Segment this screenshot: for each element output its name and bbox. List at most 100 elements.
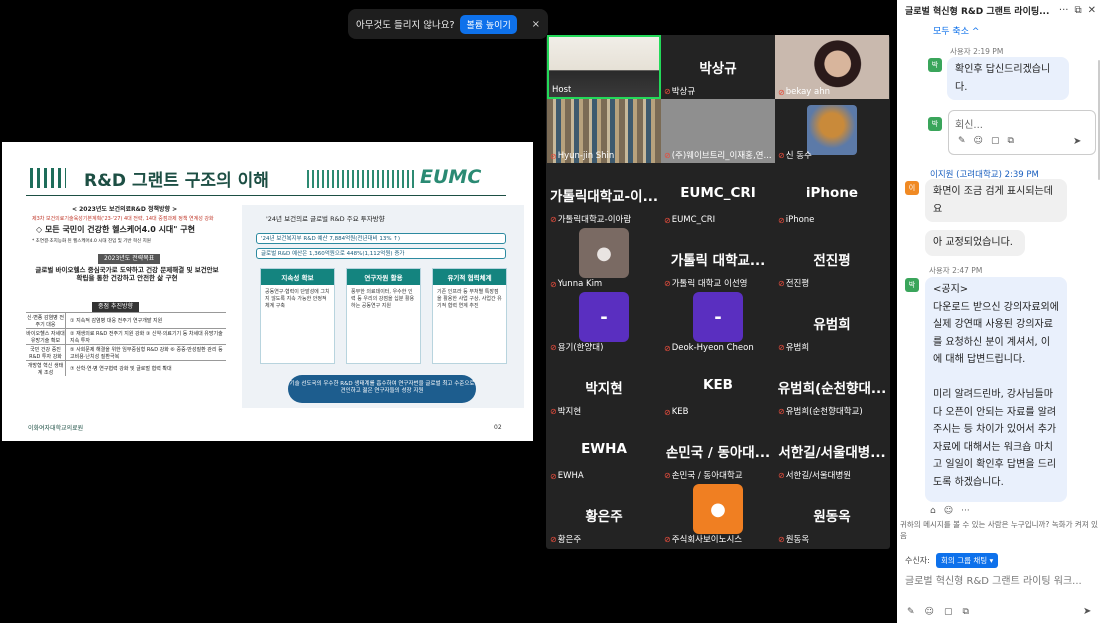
participant-name: bekay ahn <box>785 87 831 97</box>
muted-mic-icon: ⊘ <box>664 470 671 480</box>
recipient-dropdown[interactable]: 회의 그룹 채팅 ▾ <box>936 553 999 568</box>
participant-name-label: ⊘ 전진평 <box>778 277 809 290</box>
format-icon[interactable]: ✎ <box>907 607 915 617</box>
muted-mic-icon: ⊘ <box>550 534 557 544</box>
card-head: 유기적 협력체계 <box>433 269 506 285</box>
participant-name: 박지현 <box>557 407 582 417</box>
strategy-category: 개방형 혁신 생태계 조성 <box>26 361 66 376</box>
participant-tile[interactable]: ⊘ Hyun-jin Shin <box>547 99 661 163</box>
send-icon[interactable]: ➤ <box>1083 606 1091 617</box>
participant-tile[interactable]: 가톨릭 대학교... ⊘ 가톨릭 대학교 이선영 <box>661 227 775 291</box>
close-icon[interactable]: ✕ <box>1088 5 1096 16</box>
participant-name: Host <box>552 85 572 95</box>
participant-tile[interactable]: - ⊘ Deok-Hyeon Cheon <box>661 291 775 355</box>
card-head: 지속성 확보 <box>261 269 334 285</box>
participant-tile[interactable]: 유범희(순천향대... ⊘ 유범희(순천향대학교) <box>775 355 889 419</box>
reply-icon[interactable]: ⌂ <box>930 506 936 516</box>
participant-display-name: iPhone <box>805 185 859 201</box>
policy-red-line: 제3차 보건의료기술육성기본계획('23-'27) 4대 전략, 14대 중점과… <box>32 216 214 222</box>
privacy-notice[interactable]: 귀하의 메시지를 볼 수 있는 사람은 누구입니까? 녹화가 켜져 있음 <box>900 520 1098 541</box>
participant-display-name: 유범희 <box>813 317 851 333</box>
participant-name: EWHA <box>557 471 584 481</box>
participant-tile[interactable]: Host <box>547 35 661 99</box>
participant-tile[interactable]: KEB ⊘ KEB <box>661 355 775 419</box>
strategy-text: ⑤ 사회문제 해결을 위한 임무중심형 R&D 강화 ⑥ 중증·만성질환 관리 … <box>70 346 223 360</box>
volume-up-button[interactable]: 볼륨 높이기 <box>460 14 517 34</box>
close-icon[interactable]: × <box>532 19 540 30</box>
participant-tile[interactable]: 황은주 ⊘ 황은주 <box>547 483 661 547</box>
participant-tile[interactable]: ⊘ 신 동수 <box>775 99 889 163</box>
user-avatar: 이 <box>905 181 919 195</box>
participant-display-name: 서한길/서울대병... <box>778 445 886 461</box>
strategy-table: 신·변종 감염병 전주기 대응 ① 지속적 감염병 대응 전주기 연구개발 지원 … <box>26 312 226 376</box>
participant-display-name: 원동옥 <box>813 509 851 525</box>
more-icon[interactable]: ··· <box>961 506 970 516</box>
strategy-card: 유기적 협력체계 기존 인프라 등 부처별 특장점을 활용한 사업 구상, 사업… <box>432 268 507 364</box>
participant-tile[interactable]: EWHA ⊘ EWHA <box>547 419 661 483</box>
participant-tile[interactable]: ● ⊘ Yunna Kim <box>547 227 661 291</box>
participant-name-label: ⊘ Hyun-jin Shin <box>550 151 614 161</box>
participant-tile[interactable]: iPhone ⊘ iPhone <box>775 163 889 227</box>
participant-name-label: ⊘ 주식회사보이노시스 <box>664 533 742 546</box>
participant-name: 신 동수 <box>785 151 812 161</box>
file-icon[interactable]: ▢ <box>991 136 1000 146</box>
participant-name-label: ⊘ EUMC_CRI <box>664 215 715 225</box>
initial-avatar: - <box>579 292 629 342</box>
participant-tile[interactable]: 유범희 ⊘ 유범희 <box>775 291 889 355</box>
popout-icon[interactable]: ⧉ <box>1074 5 1081 16</box>
participant-name-label: ⊘ 박지현 <box>550 405 582 418</box>
card-body: 풍부한 의료데이터, 우수한 인력 등 우리의 강점을 십분 활용하는 공동연구… <box>351 289 415 309</box>
participant-tile[interactable]: ⊘ bekay ahn <box>775 35 889 99</box>
reaction-icon[interactable]: ☺ <box>944 506 953 516</box>
default-avatar-icon: ● <box>579 228 629 278</box>
participant-gallery: Host 박상규 ⊘ 박상규 ⊘ bekay ahn ⊘ Hyun-jin Shin ⊘ (주)웨… <box>546 35 890 549</box>
participant-name-label: ⊘ 서한길/서울대병원 <box>778 469 851 482</box>
participant-tile[interactable]: EUMC_CRI ⊘ EUMC_CRI <box>661 163 775 227</box>
collapse-all-button[interactable]: 모두 축소 ^ <box>933 24 979 37</box>
participant-name-label: ⊘ 원동옥 <box>778 533 810 546</box>
format-icon[interactable]: ✎ <box>958 136 966 146</box>
participant-tile[interactable]: ● ⊘ 주식회사보이노시스 <box>661 483 775 547</box>
participant-tile[interactable]: 원동옥 ⊘ 원동옥 <box>775 483 889 547</box>
message-input[interactable]: 글로벌 혁신형 R&D 그랜트 라이팅 워크... <box>905 572 1095 587</box>
reply-input[interactable]: 회신... <box>955 116 983 131</box>
participant-tile[interactable]: 가톨릭대학교-이... ⊘ 가톨릭대학교-이아람 <box>547 163 661 227</box>
card-body: 기존 인프라 등 부처별 특장점을 활용한 사업 구상, 사업간 유기적 협력 … <box>437 289 502 309</box>
participant-display-name: 전진평 <box>813 253 851 269</box>
participant-name-label: ⊘ 황은주 <box>550 533 581 546</box>
participant-tile[interactable]: 손민국 / 동아대... ⊘ 손민국 / 동아대학교 <box>661 419 775 483</box>
participant-tile[interactable]: 전진평 ⊘ 전진평 <box>775 227 889 291</box>
send-icon[interactable]: ➤ <box>1073 136 1081 147</box>
strategy-category: 바이오헬스 자세대 유망기술 확보 <box>26 329 66 344</box>
chat-message: 아 교정되었습니다. <box>925 230 1025 256</box>
emoji-icon[interactable]: ☺ <box>974 136 983 146</box>
more-icon[interactable]: ··· <box>1059 5 1069 16</box>
notification-text: 아무것도 들리지 않나요? <box>356 20 455 31</box>
participant-name: 손민국 / 동아대학교 <box>671 471 743 481</box>
muted-mic-icon: ⊘ <box>664 278 671 288</box>
vision-text: ◇ 모든 국민이 건강한 헬스케어4.0 시대" 구현 <box>36 225 195 234</box>
hospital-logo: 이화여자대학교의료원 <box>28 425 84 432</box>
emoji-icon[interactable]: ☺ <box>925 607 934 617</box>
strategy-text: ⑦ 산학·연·병 연구협력 강화 및 글로벌 협력 확대 <box>70 366 172 372</box>
participant-tile[interactable]: 박상규 ⊘ 박상규 <box>661 35 775 99</box>
screenshot-icon[interactable]: ⧉ <box>1007 136 1013 146</box>
muted-mic-icon: ⊘ <box>550 214 557 224</box>
participant-tile[interactable]: 박지현 ⊘ 박지현 <box>547 355 661 419</box>
participant-name: 원동옥 <box>785 535 810 545</box>
muted-mic-icon: ⊘ <box>778 215 785 225</box>
participant-tile[interactable]: - ⊘ 용기(한양대) <box>547 291 661 355</box>
strategy-text: ② 재생의료 R&D 전주기 지원 강화 ③ 신약·의료기기 등 차세대 유망기… <box>70 330 223 344</box>
participant-tile[interactable]: ⊘ (주)웨이브트리_이재홍,연... <box>661 99 775 163</box>
participant-tile[interactable]: 서한길/서울대병... ⊘ 서한길/서울대병원 <box>775 419 889 483</box>
participant-name-label: ⊘ KEB <box>664 407 688 417</box>
title-divider <box>26 195 506 196</box>
participant-name: Hyun-jin Shin <box>557 151 615 161</box>
stripe-decoration <box>307 170 417 188</box>
screenshot-icon[interactable]: ⧉ <box>962 607 968 617</box>
strategy-card: 연구자원 활용 풍부한 의료데이터, 우수한 인력 등 우리의 강점을 십분 활… <box>346 268 421 364</box>
audio-notification: 아무것도 들리지 않나요? 볼륨 높이기 × <box>348 9 548 39</box>
participant-display-name: 유범희(순천향대... <box>777 381 887 397</box>
file-icon[interactable]: ▢ <box>944 607 953 617</box>
muted-mic-icon: ⊘ <box>550 342 557 352</box>
